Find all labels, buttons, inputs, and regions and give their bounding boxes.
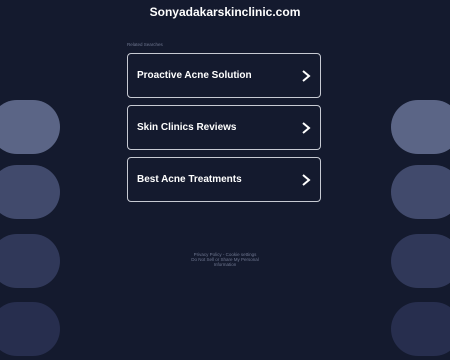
result-proactive-acne-solution[interactable]: Proactive Acne Solution <box>127 53 321 98</box>
result-label: Best Acne Treatments <box>137 174 242 185</box>
decorative-pill-right <box>391 165 450 219</box>
decorative-pill-left <box>0 302 60 356</box>
do-not-sell-link-continued[interactable]: Information <box>0 262 450 267</box>
chevron-right-icon <box>302 173 311 186</box>
chevron-right-icon <box>302 69 311 82</box>
result-label: Skin Clinics Reviews <box>137 122 237 133</box>
result-label: Proactive Acne Solution <box>137 70 252 81</box>
decorative-pill-right <box>391 100 450 154</box>
decorative-pill-left <box>0 100 60 154</box>
result-skin-clinics-reviews[interactable]: Skin Clinics Reviews <box>127 105 321 150</box>
site-title: Sonyadakarskinclinic.com <box>149 5 301 19</box>
result-best-acne-treatments[interactable]: Best Acne Treatments <box>127 157 321 202</box>
related-searches-label: Related Searches <box>127 42 163 47</box>
chevron-right-icon <box>302 121 311 134</box>
decorative-pill-left <box>0 165 60 219</box>
decorative-pill-right <box>391 302 450 356</box>
